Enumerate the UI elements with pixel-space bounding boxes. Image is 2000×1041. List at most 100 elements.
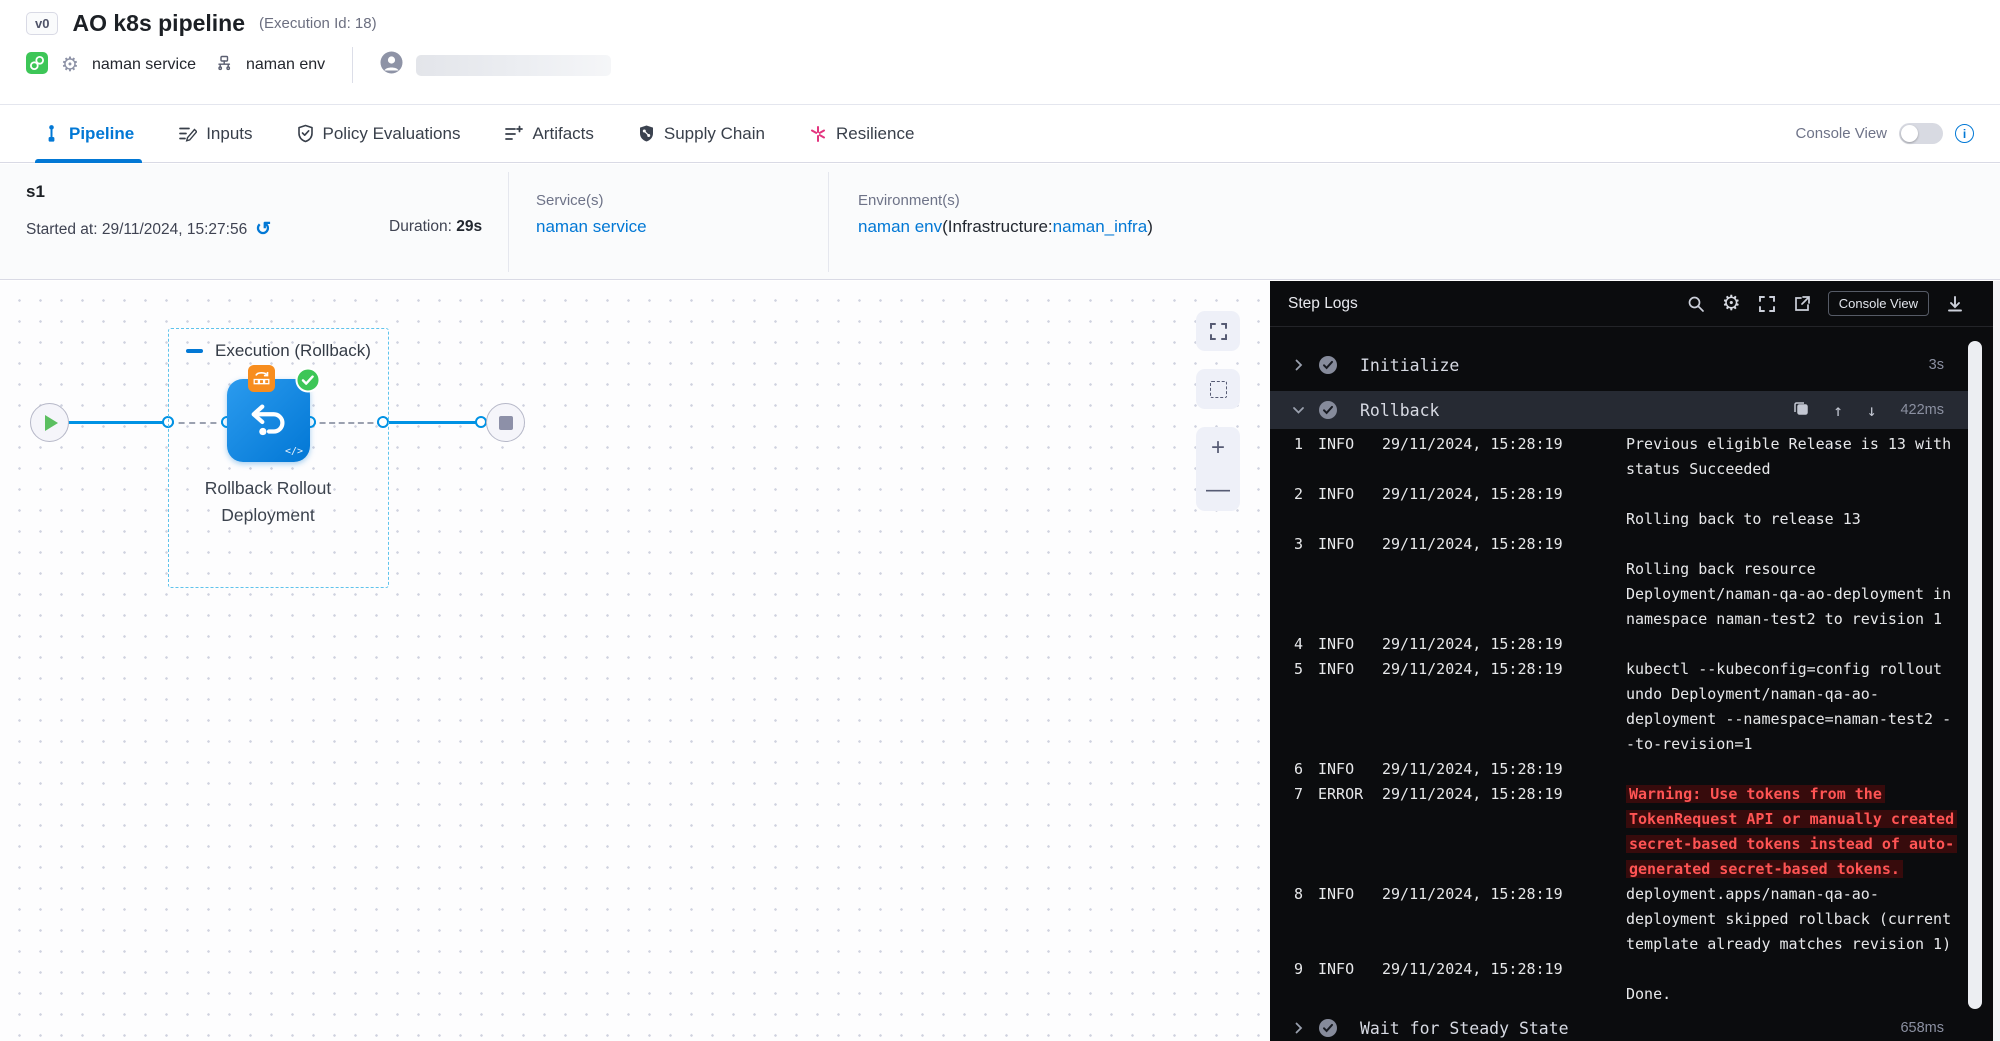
shield-check-icon — [297, 124, 314, 143]
execution-header: v0 AO k8s pipeline (Execution Id: 18) ⚙ … — [0, 0, 2000, 104]
collapse-icon[interactable] — [186, 349, 203, 353]
group-label: Execution (Rollback) — [215, 341, 371, 361]
tab-label: Policy Evaluations — [323, 124, 461, 144]
step-duration: 658ms — [1900, 1020, 1968, 1036]
pipeline-execution-page: v0 AO k8s pipeline (Execution Id: 18) ⚙ … — [0, 0, 2000, 1041]
infrastructure-link[interactable]: naman_infra — [1053, 217, 1148, 236]
log-line: 3INFO29/11/2024, 15:28:19 — [1270, 532, 1968, 557]
log-settings-gear-icon[interactable]: ⚙ — [1722, 293, 1741, 314]
environment-name[interactable]: naman env — [246, 56, 325, 74]
step-row-wait-for-steady-state[interactable]: Wait for Steady State 658ms — [1270, 1009, 1968, 1041]
supply-chain-shield-icon — [638, 124, 655, 143]
step-name: Wait for Steady State — [1360, 1019, 1569, 1038]
history-icon[interactable]: ↺ — [255, 218, 271, 241]
success-check-icon — [295, 367, 321, 398]
scroll-top-icon[interactable]: ↑ — [1833, 401, 1843, 420]
step-node-label: Rollback Rollout Deployment — [158, 475, 378, 529]
version-badge: v0 — [26, 12, 58, 35]
code-badge-icon: </> — [285, 446, 303, 457]
console-view-toggle[interactable] — [1899, 123, 1943, 144]
log-line: 8INFO29/11/2024, 15:28:19deployment.apps… — [1270, 882, 1968, 907]
tab-policy-evaluations[interactable]: Policy Evaluations — [297, 105, 461, 162]
log-line: deployment skipped rollback (current — [1270, 907, 1968, 932]
divider — [828, 172, 829, 272]
log-line: -to-revision=1 — [1270, 732, 1968, 757]
tab-artifacts[interactable]: Artifacts — [504, 105, 593, 162]
service-name[interactable]: naman service — [92, 56, 196, 74]
log-panel-header: Step Logs ⚙ Console V — [1270, 281, 2000, 327]
marquee-select-button[interactable] — [1196, 369, 1240, 409]
tab-supply-chain[interactable]: Supply Chain — [638, 105, 765, 162]
divider — [352, 47, 353, 83]
log-panel-title: Step Logs — [1288, 295, 1358, 313]
title-row: v0 AO k8s pipeline (Execution Id: 18) — [26, 10, 377, 37]
step-row-initialize[interactable]: Initialize 3s — [1270, 347, 1968, 383]
log-line: generated secret-based tokens. — [1270, 857, 1968, 882]
step-name: Rollback — [1360, 401, 1439, 420]
download-logs-icon[interactable] — [1946, 295, 1964, 313]
zoom-out-button[interactable]: — — [1206, 478, 1230, 502]
service-link[interactable]: naman service — [536, 217, 647, 237]
step-duration: 422ms — [1900, 402, 1968, 418]
copy-logs-icon[interactable] — [1793, 400, 1809, 420]
log-line: 5INFO29/11/2024, 15:28:19kubectl --kubec… — [1270, 657, 1968, 682]
console-view-button[interactable]: Console View — [1828, 291, 1929, 316]
resilience-icon — [809, 125, 827, 143]
info-icon[interactable]: i — [1955, 124, 1974, 143]
open-in-new-icon[interactable] — [1793, 295, 1811, 313]
log-line: template already matches revision 1) — [1270, 932, 1968, 957]
step-name: Initialize — [1360, 356, 1459, 375]
log-line: 6INFO29/11/2024, 15:28:19 — [1270, 757, 1968, 782]
gear-icon[interactable]: ⚙ — [61, 55, 79, 75]
console-view-label: Console View — [1796, 125, 1887, 142]
view-controls: Console View i — [1796, 123, 2000, 144]
page-scrollbar[interactable] — [1993, 281, 2000, 1041]
services-block: Service(s) naman service — [536, 192, 647, 237]
step-success-icon — [1318, 400, 1338, 420]
log-line: 1INFO29/11/2024, 15:28:19Previous eligib… — [1270, 432, 1968, 457]
search-icon[interactable] — [1687, 295, 1705, 313]
execution-tabbar: Pipeline Inputs Policy Evaluations Arti — [0, 104, 2000, 163]
pipeline-end-node[interactable] — [486, 403, 525, 442]
divider — [508, 172, 509, 272]
edge-line — [383, 421, 481, 424]
pipeline-canvas[interactable]: Execution (Rollback) </> — [0, 281, 1270, 1041]
log-line: Deployment/naman-qa-ao-deployment in — [1270, 582, 1968, 607]
log-line: TokenRequest API or manually created — [1270, 807, 1968, 832]
log-line: 2INFO29/11/2024, 15:28:19 — [1270, 482, 1968, 507]
tab-inputs[interactable]: Inputs — [178, 105, 252, 162]
environment-icon — [215, 55, 233, 76]
log-line: Rolling back to release 13 — [1270, 507, 1968, 532]
services-label: Service(s) — [536, 192, 647, 209]
step-success-icon — [1318, 355, 1338, 375]
zoom-controls: + — — [1196, 427, 1240, 511]
environment-link[interactable]: naman env — [858, 217, 942, 236]
rollout-step-type-icon — [248, 365, 275, 397]
user-email-redacted — [416, 55, 611, 76]
page-title: AO k8s pipeline — [72, 10, 245, 37]
log-lines[interactable]: 1INFO29/11/2024, 15:28:19Previous eligib… — [1270, 432, 1968, 1007]
environments-block: Environment(s) naman env(Infrastructure:… — [858, 192, 1153, 237]
fullscreen-icon[interactable] — [1758, 295, 1776, 313]
tab-label: Inputs — [206, 124, 252, 144]
chevron-right-icon[interactable] — [1286, 1022, 1310, 1034]
log-scrollbar[interactable] — [1968, 341, 1982, 1009]
tab-pipeline[interactable]: Pipeline — [43, 105, 134, 162]
edge-line — [68, 421, 168, 424]
tab-label: Supply Chain — [664, 124, 765, 144]
stage-summary-bar: s1 Started at: 29/11/2024, 15:27:56 ↺ Du… — [0, 164, 2000, 280]
pipeline-start-node[interactable] — [30, 403, 69, 442]
stage-name[interactable]: s1 — [26, 182, 45, 202]
step-row-rollback[interactable]: Rollback ↑ ↓ 422ms — [1270, 391, 1968, 429]
chevron-down-icon[interactable] — [1286, 404, 1310, 416]
meta-row: ⚙ naman service naman env — [26, 50, 611, 80]
execution-id: (Execution Id: 18) — [259, 15, 377, 32]
chevron-right-icon[interactable] — [1286, 359, 1310, 371]
zoom-in-button[interactable]: + — [1211, 436, 1225, 460]
scroll-bottom-icon[interactable]: ↓ — [1867, 401, 1877, 420]
inputs-icon — [178, 125, 197, 142]
step-duration: 3s — [1929, 357, 1968, 373]
tab-resilience[interactable]: Resilience — [809, 105, 914, 162]
log-line: 7ERROR29/11/2024, 15:28:19Warning: Use t… — [1270, 782, 1968, 807]
fit-to-screen-button[interactable] — [1196, 311, 1240, 351]
